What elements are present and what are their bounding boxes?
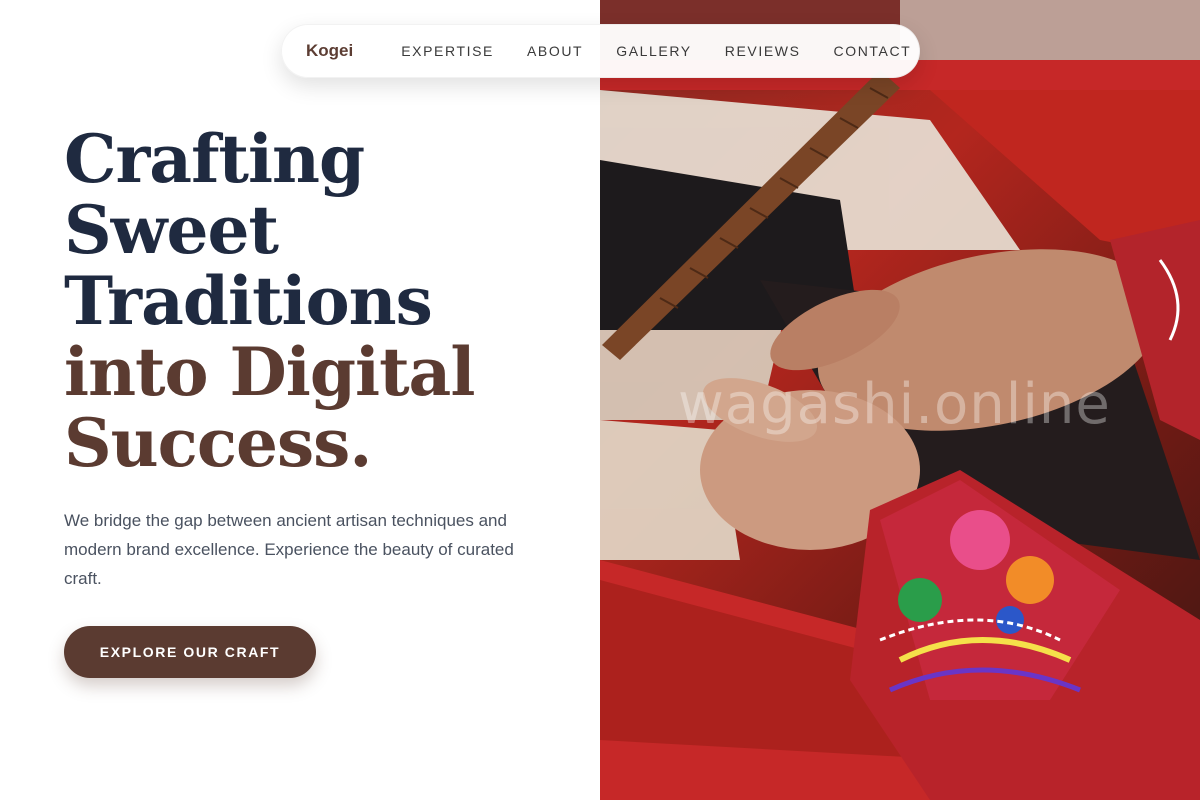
headline-line-1: Crafting xyxy=(64,120,365,198)
nav-link-about[interactable]: ABOUT xyxy=(527,43,583,59)
nav-link-contact[interactable]: CONTACT xyxy=(834,43,912,59)
hero-image-weaving: wagashi.online xyxy=(600,0,1200,800)
nav-link-expertise[interactable]: EXPERTISE xyxy=(401,43,494,59)
image-watermark: wagashi.online xyxy=(678,372,1111,437)
nav-link-gallery[interactable]: GALLERY xyxy=(616,43,692,59)
headline-line-2: Sweet xyxy=(64,191,279,269)
explore-craft-button[interactable]: EXPLORE OUR CRAFT xyxy=(64,626,316,678)
headline-line-3: Traditions xyxy=(64,262,433,340)
headline-line-5: Success. xyxy=(64,404,372,482)
nav-links: EXPERTISE ABOUT GALLERY REVIEWS CONTACT xyxy=(401,43,911,59)
nav-link-reviews[interactable]: REVIEWS xyxy=(725,43,801,59)
brand-logo[interactable]: Kogei xyxy=(306,41,353,61)
headline-line-4: into Digital xyxy=(64,333,475,411)
hero-headline: Crafting Sweet Traditions into Digital S… xyxy=(64,124,584,479)
top-navigation: Kogei EXPERTISE ABOUT GALLERY REVIEWS CO… xyxy=(281,24,920,78)
hero-description: We bridge the gap between ancient artisa… xyxy=(64,511,514,588)
